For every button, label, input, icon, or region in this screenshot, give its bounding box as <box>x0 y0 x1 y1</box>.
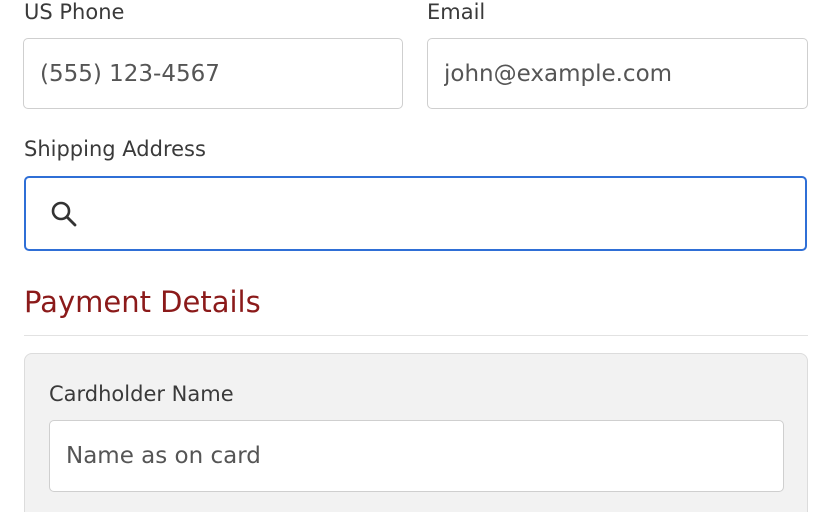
phone-input[interactable] <box>23 38 403 109</box>
payment-panel: Cardholder Name <box>24 353 808 512</box>
shipping-address-label: Shipping Address <box>24 137 206 161</box>
search-icon <box>49 199 79 229</box>
email-input[interactable] <box>427 38 808 109</box>
cardholder-name-input[interactable] <box>49 420 784 492</box>
phone-label: US Phone <box>24 0 125 24</box>
shipping-address-input[interactable] <box>24 176 807 251</box>
email-label: Email <box>427 0 486 24</box>
section-divider <box>24 335 808 336</box>
payment-details-heading: Payment Details <box>24 285 261 319</box>
cardholder-name-label: Cardholder Name <box>49 382 234 406</box>
